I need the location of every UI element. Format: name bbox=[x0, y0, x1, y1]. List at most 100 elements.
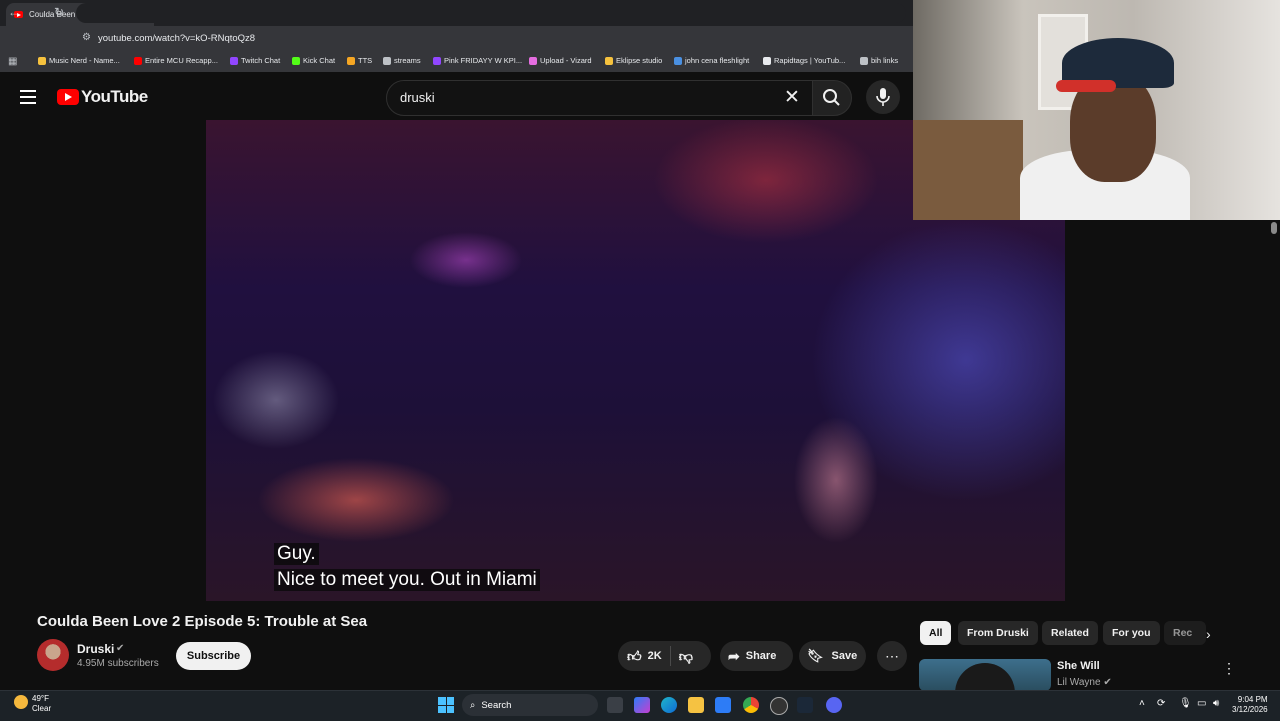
like-button[interactable]: 👍︎ 2K bbox=[618, 648, 662, 665]
bookmark-favicon-icon bbox=[433, 56, 441, 65]
verified-badge-icon: ✔ bbox=[116, 643, 125, 654]
webcam-shelf bbox=[913, 120, 1023, 220]
more-actions-button[interactable]: ⋯ bbox=[877, 641, 907, 671]
weather-icon bbox=[14, 695, 28, 709]
address-bar[interactable] bbox=[76, 3, 906, 23]
channel-name[interactable]: Druski bbox=[77, 642, 114, 656]
filter-chip[interactable]: From Druski bbox=[958, 621, 1038, 645]
volume-icon[interactable]: 🔊︎ bbox=[1213, 698, 1219, 709]
dislike-button[interactable]: 👎︎ bbox=[679, 648, 693, 665]
discord-icon[interactable] bbox=[826, 697, 842, 713]
bookmark-favicon-icon bbox=[347, 56, 355, 65]
recommendation-title[interactable]: She Will bbox=[1057, 660, 1100, 672]
subscriber-count: 4.95M subscribers bbox=[77, 658, 159, 669]
bookmark-favicon-icon bbox=[383, 56, 391, 65]
share-button[interactable]: ➦ Share bbox=[720, 641, 793, 671]
thumbs-down-icon: 👎︎ bbox=[678, 647, 693, 664]
system-clock[interactable]: 9:04 PM 3/12/2026 bbox=[1232, 695, 1268, 715]
store-icon[interactable] bbox=[715, 697, 731, 713]
youtube-logo-text[interactable]: YouTube bbox=[81, 87, 148, 107]
share-label: Share bbox=[745, 650, 777, 662]
bookmark-label: Twitch Chat bbox=[241, 56, 281, 65]
webcam-hat-brim bbox=[1056, 80, 1116, 92]
recommendation-thumbnail[interactable] bbox=[919, 659, 1051, 691]
chevron-right-icon[interactable]: › bbox=[1206, 626, 1211, 642]
forward-icon[interactable]: → bbox=[31, 5, 43, 19]
bookmark-item[interactable]: Music Nerd - Name... bbox=[38, 56, 120, 65]
obs-icon[interactable] bbox=[770, 697, 788, 715]
clock-time: 9:04 PM bbox=[1237, 695, 1268, 704]
temperature: 49°F bbox=[32, 694, 49, 703]
bookmark-favicon-icon bbox=[292, 56, 300, 65]
voice-search-button[interactable] bbox=[866, 80, 900, 114]
bookmark-item[interactable]: john cena fleshlight bbox=[674, 56, 749, 65]
bookmark-item[interactable]: Upload - Vizard bbox=[529, 56, 592, 65]
bookmark-item[interactable]: TTS bbox=[347, 56, 372, 65]
file-explorer-icon[interactable] bbox=[688, 697, 704, 713]
copilot-icon[interactable] bbox=[634, 697, 650, 713]
task-view-icon[interactable] bbox=[607, 697, 623, 713]
filter-chip[interactable]: Related bbox=[1042, 621, 1098, 645]
caption-line-1: Guy. bbox=[274, 543, 319, 565]
menu-icon[interactable] bbox=[20, 90, 36, 108]
taskbar-search[interactable]: ⌕ Search bbox=[462, 694, 598, 716]
recommendation-channel[interactable]: Lil Wayne ✔ bbox=[1057, 677, 1112, 688]
page-scrollbar[interactable] bbox=[1271, 222, 1277, 234]
search-box[interactable] bbox=[386, 80, 814, 116]
weather-widget[interactable]: 49°F Clear bbox=[32, 694, 51, 714]
chrome-icon[interactable] bbox=[743, 697, 759, 713]
like-divider bbox=[669, 646, 671, 666]
bookmark-item[interactable]: Pink FRIDAYY W KPI... bbox=[433, 56, 522, 65]
network-icon[interactable]: ▭ bbox=[1197, 698, 1206, 709]
like-count: 2K bbox=[647, 650, 662, 662]
filter-chip[interactable]: For you bbox=[1103, 621, 1160, 645]
bookmark-item[interactable]: streams bbox=[383, 56, 421, 65]
edge-icon[interactable] bbox=[661, 697, 677, 713]
bookmark-favicon-icon bbox=[230, 56, 238, 65]
bookmark-item[interactable]: Eklipse studio bbox=[605, 56, 662, 65]
more-icon: ⋯ bbox=[885, 647, 899, 664]
youtube-logo-icon[interactable] bbox=[57, 89, 79, 105]
bookmark-favicon-icon bbox=[763, 56, 771, 65]
microphone-icon[interactable]: 🎙︎ bbox=[1179, 698, 1192, 709]
tray-sync-icon[interactable]: ⟳ bbox=[1157, 698, 1165, 709]
search-icon bbox=[823, 89, 840, 106]
subscribe-button[interactable]: Subscribe bbox=[176, 642, 251, 670]
filter-chip[interactable]: Rec bbox=[1164, 621, 1206, 645]
bookmark-label: bih links bbox=[871, 56, 899, 65]
bookmark-item[interactable]: Kick Chat bbox=[292, 56, 335, 65]
start-button[interactable] bbox=[438, 697, 454, 713]
bookmark-item[interactable]: Entire MCU Recapp... bbox=[134, 56, 218, 65]
video-title: Coulda Been Love 2 Episode 5: Trouble at… bbox=[37, 613, 368, 630]
verified-badge-icon: ✔ bbox=[1103, 677, 1112, 688]
taskbar-search-label: Search bbox=[481, 699, 512, 711]
recommendation-menu-icon[interactable]: ⋮ bbox=[1222, 660, 1236, 677]
save-button[interactable]: 🔖︎ Save bbox=[799, 641, 866, 671]
filter-chip[interactable]: All bbox=[920, 621, 952, 645]
apps-grid-icon[interactable]: ▦ bbox=[8, 56, 17, 67]
search-input[interactable]: druski bbox=[400, 90, 435, 105]
search-button[interactable] bbox=[812, 80, 852, 116]
bookmark-label: Entire MCU Recapp... bbox=[145, 56, 218, 65]
bookmark-label: Rapidtags | YouTub... bbox=[774, 56, 846, 65]
caption-line-2: Nice to meet you. Out in Miami bbox=[274, 569, 540, 591]
back-icon[interactable]: ← bbox=[8, 5, 20, 19]
bookmark-label: Upload - Vizard bbox=[540, 56, 592, 65]
site-info-icon[interactable]: ⚙ bbox=[82, 32, 91, 43]
channel-avatar[interactable] bbox=[37, 639, 69, 671]
clock-date: 3/12/2026 bbox=[1232, 705, 1268, 714]
save-label: Save bbox=[831, 650, 858, 662]
url-text[interactable]: youtube.com/watch?v=kO-RNqtoQz8 bbox=[98, 33, 255, 44]
bookmark-item[interactable]: Twitch Chat bbox=[230, 56, 280, 65]
reload-icon[interactable]: ↻ bbox=[54, 5, 64, 19]
tray-chevron-icon[interactable]: ˄ bbox=[1139, 698, 1145, 709]
clear-search-icon[interactable]: ✕ bbox=[784, 86, 800, 109]
bookmark-item[interactable]: Rapidtags | YouTub... bbox=[763, 56, 845, 65]
steam-icon[interactable] bbox=[797, 697, 813, 713]
bookmark-favicon-icon bbox=[134, 56, 142, 65]
bookmark-item[interactable]: bih links bbox=[860, 56, 898, 65]
bookmark-label: Music Nerd - Name... bbox=[49, 56, 120, 65]
bookmark-icon: 🔖︎ bbox=[807, 648, 824, 663]
like-dislike-group: 👍︎ 2K 👎︎ bbox=[618, 641, 711, 671]
thumbs-up-icon: 👍︎ bbox=[627, 647, 642, 664]
